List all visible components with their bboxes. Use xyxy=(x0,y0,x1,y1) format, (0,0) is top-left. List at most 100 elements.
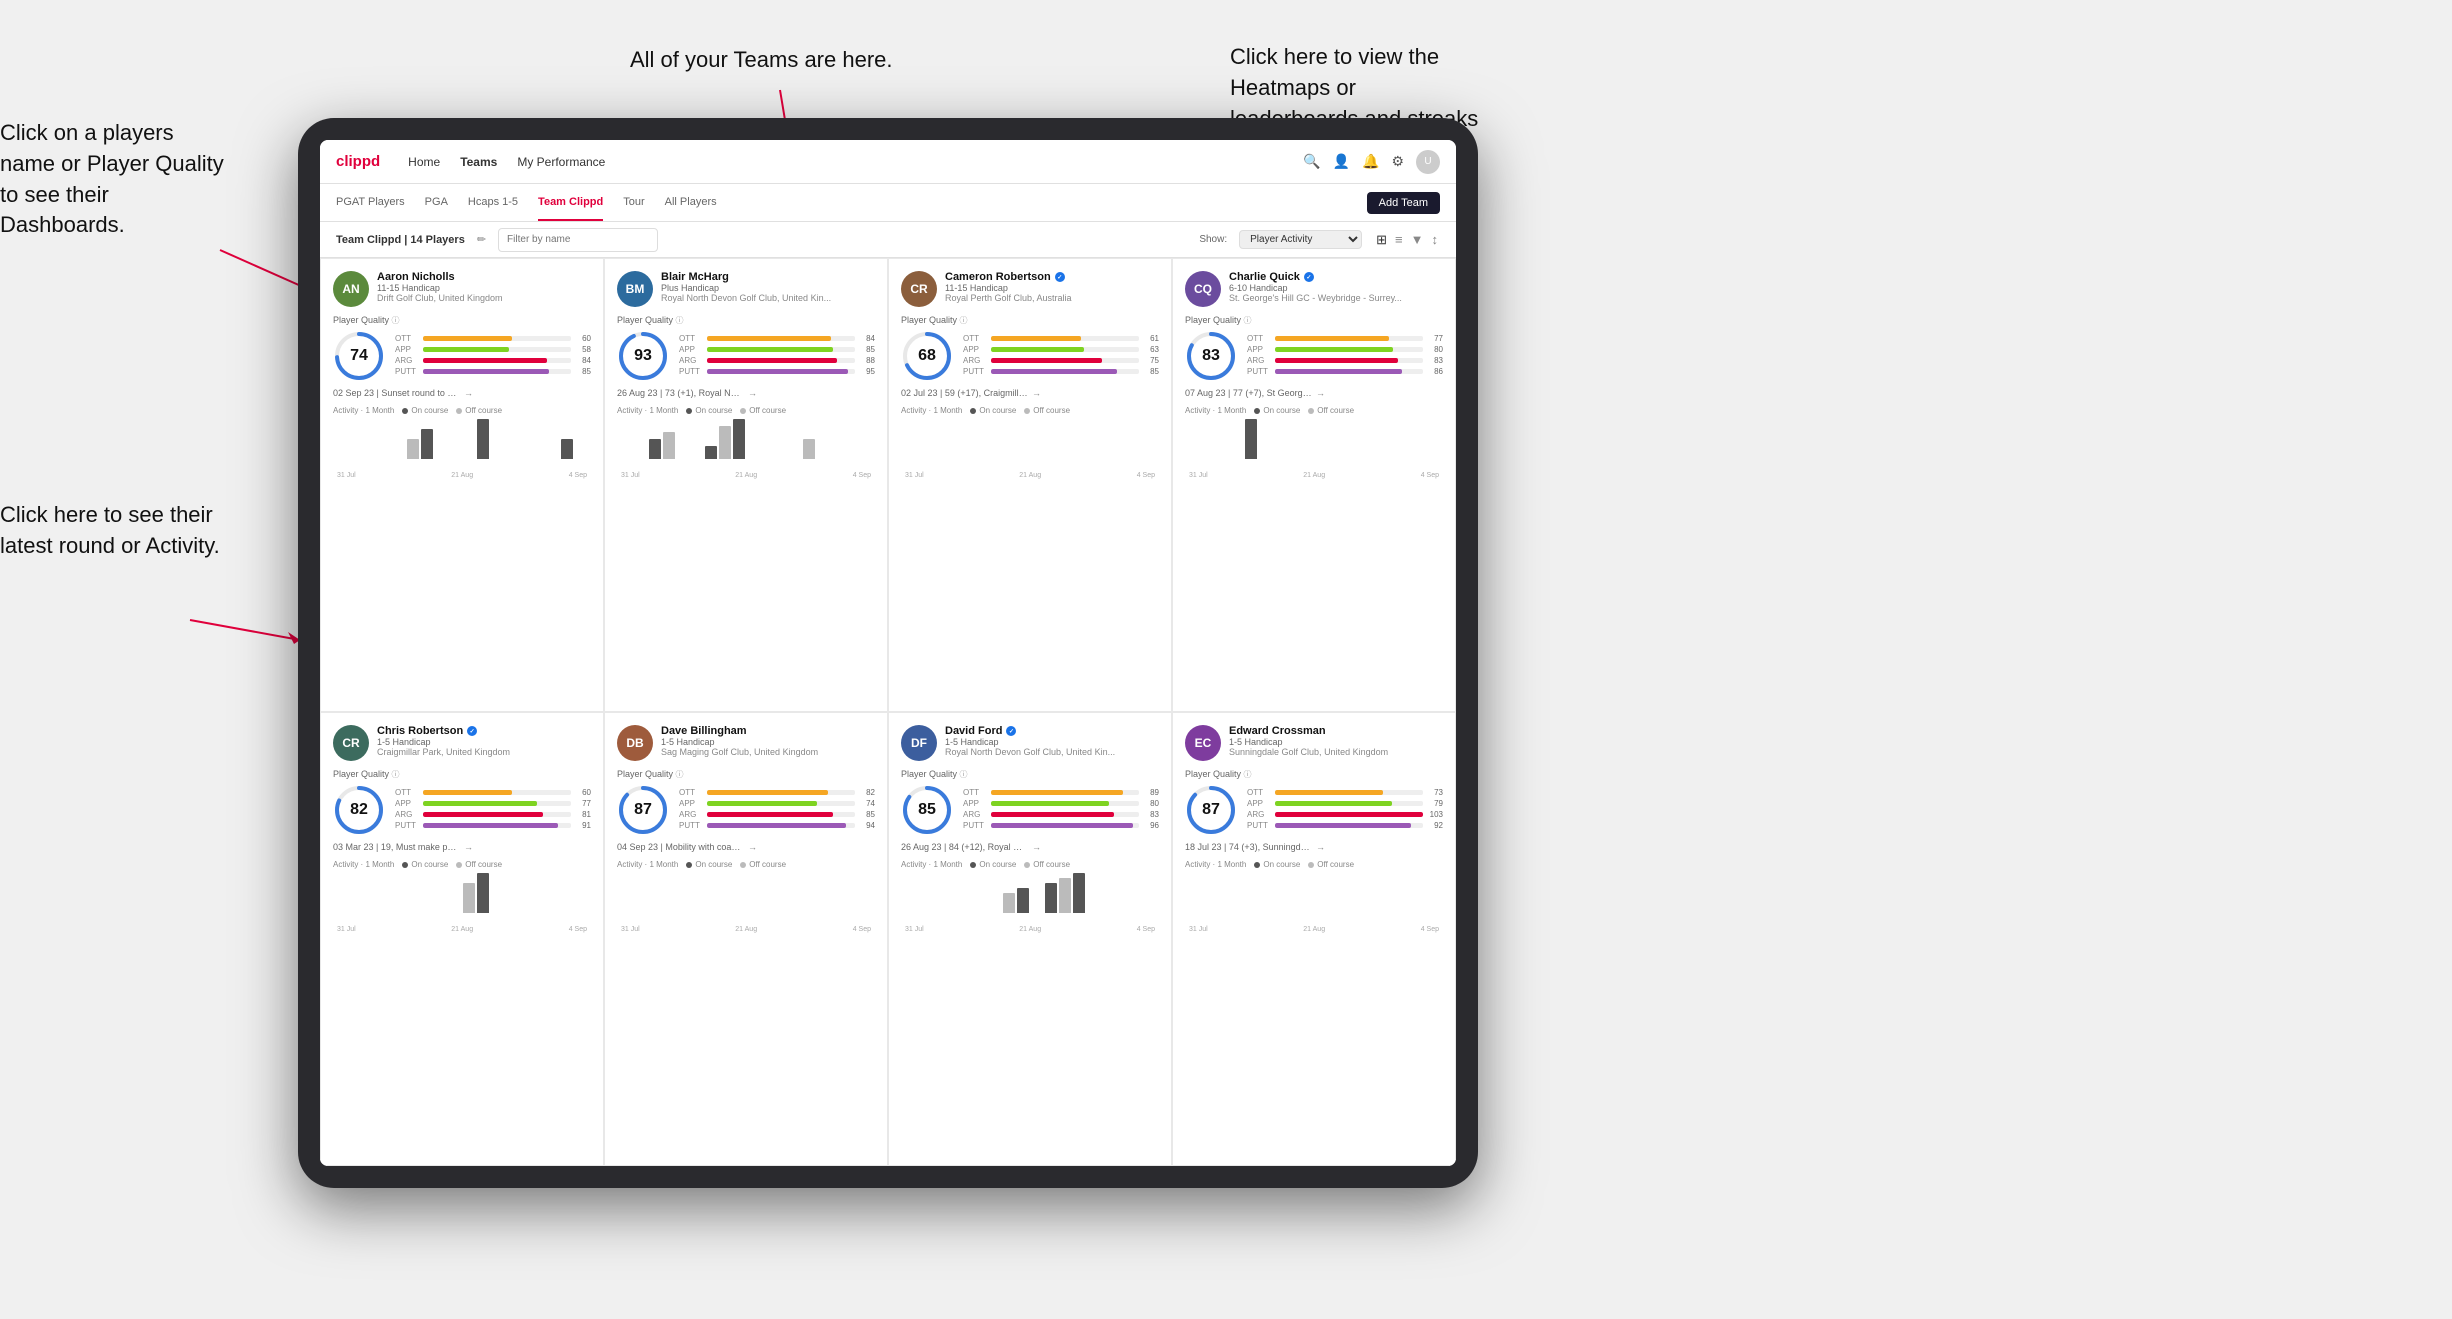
quality-section[interactable]: 68OTT61APP63ARG75PUTT85 xyxy=(901,330,1159,382)
ipad-screen: clippd Home Teams My Performance 🔍 👤 🔔 ⚙… xyxy=(320,140,1456,1166)
player-card[interactable]: CRCameron Robertson✓11-15 HandicapRoyal … xyxy=(888,258,1172,712)
quality-circle[interactable]: 82 xyxy=(333,784,385,836)
quality-circle[interactable]: 87 xyxy=(617,784,669,836)
latest-round[interactable]: 18 Jul 23 | 74 (+3), Sunningdale GC - Ol… xyxy=(1185,842,1443,852)
stat-label: ARG xyxy=(963,356,987,365)
tab-all-players[interactable]: All Players xyxy=(665,184,717,221)
stat-row: PUTT91 xyxy=(395,821,591,830)
quality-circle[interactable]: 93 xyxy=(617,330,669,382)
quality-section[interactable]: 74OTT60APP58ARG84PUTT85 xyxy=(333,330,591,382)
player-name[interactable]: Chris Robertson✓ xyxy=(377,725,591,737)
latest-round[interactable]: 02 Jul 23 | 59 (+17), Craigmillar Park G… xyxy=(901,388,1159,398)
on-course-label: On course xyxy=(1263,860,1300,869)
latest-round[interactable]: 02 Sep 23 | Sunset round to get back int… xyxy=(333,388,591,398)
search-input[interactable] xyxy=(498,228,658,252)
bell-icon[interactable]: 🔔 xyxy=(1362,153,1379,170)
player-club: Sag Maging Golf Club, United Kingdom xyxy=(661,747,875,757)
nav-link-home[interactable]: Home xyxy=(408,155,440,169)
player-name[interactable]: Aaron Nicholls xyxy=(377,271,591,283)
quality-number: 93 xyxy=(634,347,652,365)
player-name[interactable]: Edward Crossman xyxy=(1229,725,1443,737)
on-course-label: On course xyxy=(411,860,448,869)
search-icon[interactable]: 🔍 xyxy=(1303,153,1320,170)
edit-icon[interactable]: ✏ xyxy=(477,233,486,246)
quality-section[interactable]: 87OTT82APP74ARG85PUTT94 xyxy=(617,784,875,836)
tab-pga[interactable]: PGA xyxy=(425,184,448,221)
player-card[interactable]: ECEdward Crossman1-5 HandicapSunningdale… xyxy=(1172,712,1456,1166)
player-name[interactable]: Cameron Robertson✓ xyxy=(945,271,1159,283)
chart-bars-container xyxy=(333,419,591,459)
player-card[interactable]: ANAaron Nicholls11-15 HandicapDrift Golf… xyxy=(320,258,604,712)
nav-link-teams[interactable]: Teams xyxy=(460,155,497,169)
stat-row: PUTT96 xyxy=(963,821,1159,830)
quality-number: 87 xyxy=(1202,801,1220,819)
stat-label: APP xyxy=(395,799,419,808)
stat-row: ARG84 xyxy=(395,356,591,365)
quality-section[interactable]: 93OTT84APP85ARG88PUTT95 xyxy=(617,330,875,382)
latest-round[interactable]: 26 Aug 23 | 84 (+12), Royal North Devon … xyxy=(901,842,1159,852)
tab-team-clippd[interactable]: Team Clippd xyxy=(538,184,603,221)
legend-off-course: Off course xyxy=(1024,406,1070,415)
tab-hcaps[interactable]: Hcaps 1-5 xyxy=(468,184,518,221)
quality-circle[interactable]: 74 xyxy=(333,330,385,382)
stat-bar-bg xyxy=(707,336,855,341)
avatar[interactable]: U xyxy=(1416,150,1440,174)
on-course-dot xyxy=(686,862,692,868)
list-view-icon[interactable]: ≡ xyxy=(1393,230,1405,250)
stat-label: PUTT xyxy=(1247,367,1271,376)
stat-bar-bg xyxy=(423,369,571,374)
quality-section[interactable]: 82OTT60APP77ARG81PUTT91 xyxy=(333,784,591,836)
stat-bar-bg xyxy=(991,369,1139,374)
stat-bar-fill xyxy=(991,369,1117,374)
latest-round[interactable]: 04 Sep 23 | Mobility with coach, Gym→ xyxy=(617,842,875,852)
off-course-label: Off course xyxy=(465,860,502,869)
latest-round[interactable]: 07 Aug 23 | 77 (+7), St George's Hill GC… xyxy=(1185,388,1443,398)
on-course-label: On course xyxy=(979,406,1016,415)
sort-icon[interactable]: ↕ xyxy=(1430,230,1441,250)
player-card[interactable]: CQCharlie Quick✓6-10 HandicapSt. George'… xyxy=(1172,258,1456,712)
player-info: Charlie Quick✓6-10 HandicapSt. George's … xyxy=(1229,271,1443,303)
grid-view-icon[interactable]: ⊞ xyxy=(1374,230,1389,250)
stat-label: PUTT xyxy=(679,367,703,376)
activity-section: Activity · 1 Month On course Off course … xyxy=(901,860,1159,933)
quality-section[interactable]: 87OTT73APP79ARG103PUTT92 xyxy=(1185,784,1443,836)
stat-bar-bg xyxy=(423,336,571,341)
add-team-button[interactable]: Add Team xyxy=(1367,192,1440,214)
player-card[interactable]: CRChris Robertson✓1-5 HandicapCraigmilla… xyxy=(320,712,604,1166)
player-card[interactable]: BMBlair McHargPlus HandicapRoyal North D… xyxy=(604,258,888,712)
stat-label: OTT xyxy=(1247,788,1271,797)
stat-bar-bg xyxy=(1275,823,1423,828)
verified-badge: ✓ xyxy=(1006,726,1016,736)
off-course-label: Off course xyxy=(749,406,786,415)
player-header: CRCameron Robertson✓11-15 HandicapRoyal … xyxy=(901,271,1159,307)
quality-section[interactable]: 85OTT89APP80ARG83PUTT96 xyxy=(901,784,1159,836)
stat-label: PUTT xyxy=(395,821,419,830)
stat-label: OTT xyxy=(963,334,987,343)
legend-off-course: Off course xyxy=(456,860,502,869)
player-name[interactable]: David Ford✓ xyxy=(945,725,1159,737)
latest-round[interactable]: 03 Mar 23 | 19, Must make putting→ xyxy=(333,842,591,852)
tab-pgat-players[interactable]: PGAT Players xyxy=(336,184,405,221)
player-club: Royal North Devon Golf Club, United Kin.… xyxy=(661,293,875,303)
profile-icon[interactable]: 👤 xyxy=(1333,153,1350,170)
stat-bar-fill xyxy=(1275,369,1402,374)
quality-circle[interactable]: 85 xyxy=(901,784,953,836)
quality-section[interactable]: 83OTT77APP80ARG83PUTT86 xyxy=(1185,330,1443,382)
quality-circle[interactable]: 68 xyxy=(901,330,953,382)
player-club: Craigmillar Park, United Kingdom xyxy=(377,747,591,757)
quality-circle[interactable]: 87 xyxy=(1185,784,1237,836)
show-select[interactable]: Player Activity Quality Score Trend xyxy=(1239,230,1362,249)
player-name[interactable]: Charlie Quick✓ xyxy=(1229,271,1443,283)
stat-bar-bg xyxy=(991,358,1139,363)
chart-label: 31 Jul xyxy=(337,472,356,479)
player-name[interactable]: Blair McHarg xyxy=(661,271,875,283)
nav-link-performance[interactable]: My Performance xyxy=(517,155,605,169)
latest-round[interactable]: 26 Aug 23 | 73 (+1), Royal North Devon G… xyxy=(617,388,875,398)
player-card[interactable]: DBDave Billingham1-5 HandicapSag Maging … xyxy=(604,712,888,1166)
quality-circle[interactable]: 83 xyxy=(1185,330,1237,382)
player-name[interactable]: Dave Billingham xyxy=(661,725,875,737)
player-card[interactable]: DFDavid Ford✓1-5 HandicapRoyal North Dev… xyxy=(888,712,1172,1166)
settings-icon[interactable]: ⚙ xyxy=(1391,153,1404,170)
filter-icon[interactable]: ▼ xyxy=(1409,230,1426,250)
tab-tour[interactable]: Tour xyxy=(623,184,644,221)
